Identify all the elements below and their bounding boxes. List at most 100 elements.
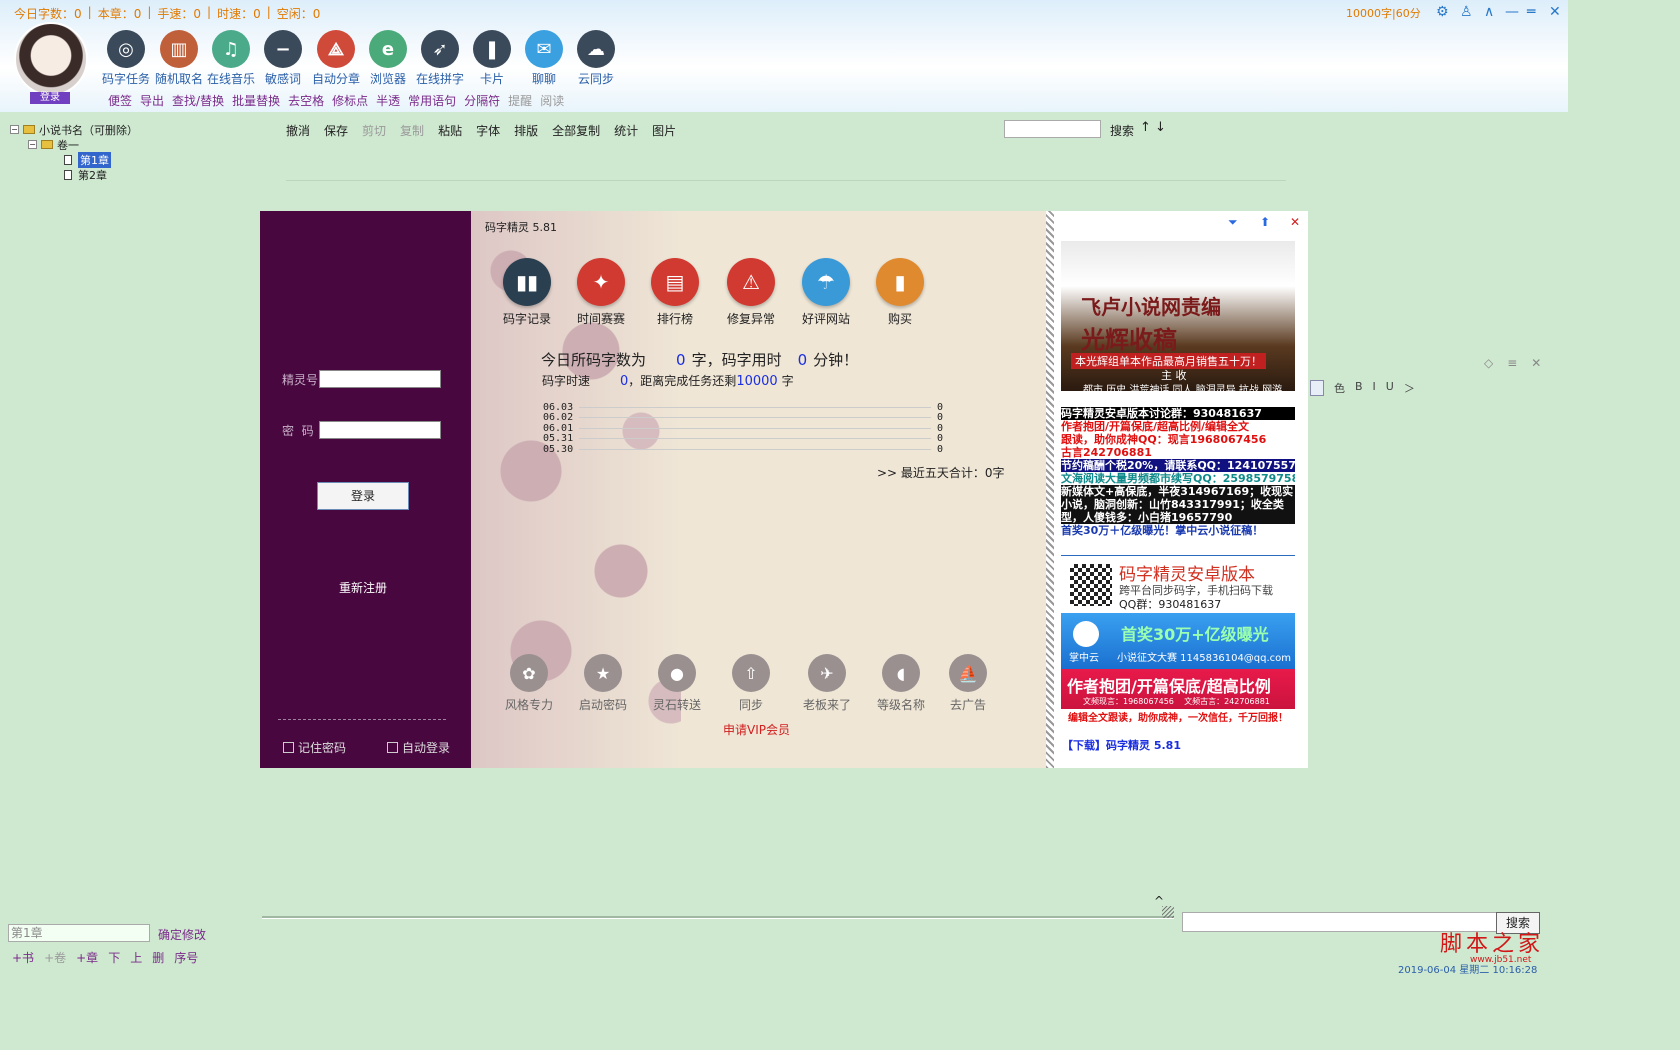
down-icon[interactable]: ⏷ bbox=[1228, 215, 1238, 230]
gray-feature-button[interactable]: ✈ 老板来了 bbox=[795, 654, 859, 713]
gray-feature-button[interactable]: ⛵ 去广告 bbox=[936, 654, 1000, 713]
sub-link[interactable]: 去空格 bbox=[288, 92, 324, 109]
toolbar-item[interactable]: 图片 bbox=[652, 122, 676, 139]
login-button[interactable]: 登录 bbox=[317, 482, 409, 510]
toolbar-item[interactable]: 保存 bbox=[324, 122, 348, 139]
ad-android[interactable]: 码字精灵安卓版本 跨平台同步码字，手机扫码下载 QQ群：930481637 bbox=[1061, 555, 1295, 611]
tree-chapter[interactable]: 第2章 bbox=[10, 167, 138, 182]
format-tool[interactable]: I bbox=[1373, 380, 1376, 396]
collapse-icon[interactable]: ∧ bbox=[1484, 4, 1494, 20]
ad-text-line[interactable]: 新媒体文+高保底，半夜314967169；收现实 bbox=[1061, 485, 1295, 498]
feature-button[interactable]: ▮▮ 码字记录 bbox=[495, 258, 559, 327]
feature-button[interactable]: ▮ 购买 bbox=[868, 258, 932, 327]
ad-text-line[interactable]: 小说，脑洞创新：山竹843317991；收全类 bbox=[1061, 498, 1295, 511]
sub-link[interactable]: 导出 bbox=[140, 92, 164, 109]
ad-text-line[interactable]: 码字精灵安卓版本讨论群：930481637 bbox=[1061, 407, 1295, 420]
toolbar-item[interactable]: 复制 bbox=[400, 122, 424, 139]
avatar[interactable] bbox=[14, 22, 88, 96]
toolbar-item[interactable]: 排版 bbox=[514, 122, 538, 139]
feature-button[interactable]: ⚠ 修复异常 bbox=[719, 258, 783, 327]
tool-cloud[interactable]: ☁ 云同步 bbox=[570, 30, 622, 87]
search-arrows[interactable]: ↑ ↓ bbox=[1140, 120, 1166, 135]
ad-text-line[interactable]: 首奖30万＋亿级曝光！掌中云小说征稿！ bbox=[1061, 524, 1295, 537]
goal-text[interactable]: 10000字|60分 bbox=[1346, 5, 1421, 21]
format-tool[interactable]: B bbox=[1355, 380, 1363, 396]
close-icon[interactable]: ✕ bbox=[1549, 4, 1561, 20]
format-tool[interactable]: 色 bbox=[1334, 380, 1345, 396]
tool-compass[interactable]: ⟁ 自动分章 bbox=[310, 30, 362, 87]
tree-book[interactable]: − 小说书名（可删除） bbox=[10, 122, 138, 137]
tree-chapter[interactable]: 第1章 bbox=[10, 151, 138, 168]
toolbar-item[interactable]: 剪切 bbox=[362, 122, 386, 139]
vip-link[interactable]: 申请VIP会员 bbox=[723, 721, 790, 738]
tool-bookmark[interactable]: ❚ 卡片 bbox=[466, 30, 518, 87]
font-dropdown[interactable] bbox=[1310, 380, 1324, 396]
toolbar-item[interactable]: 撤消 bbox=[286, 122, 310, 139]
sub-link[interactable]: 批量替换 bbox=[232, 92, 280, 109]
minimize-icon[interactable]: — bbox=[1505, 4, 1519, 20]
remember-checkbox[interactable]: 记住密码 bbox=[283, 739, 346, 756]
gray-feature-button[interactable]: ● 灵石转送 bbox=[645, 654, 709, 713]
bottom-nav-item[interactable]: +卷 bbox=[44, 949, 66, 966]
sub-link[interactable]: 半透 bbox=[376, 92, 400, 109]
format-tool[interactable]: U bbox=[1386, 380, 1394, 396]
toolbar-item[interactable]: 粘贴 bbox=[438, 122, 462, 139]
gray-feature-button[interactable]: ★ 启动密码 bbox=[571, 654, 635, 713]
maximize-icon[interactable]: ═ bbox=[1527, 4, 1535, 20]
bottom-nav-item[interactable]: 序号 bbox=[174, 949, 198, 966]
sub-link[interactable]: 查找/替换 bbox=[172, 92, 224, 109]
pin-icon[interactable]: ⬆ bbox=[1260, 215, 1270, 229]
ad-text-line[interactable]: 型，人傻钱多：小白猪19657790 bbox=[1061, 511, 1295, 524]
tool-chat[interactable]: ✉ 聊聊 bbox=[518, 30, 570, 87]
ad-banner-feilu[interactable]: 飞卢小说网责编 光辉收稿 本光辉组单本作品最高月销售五十万！ 主 收 都市 历史 … bbox=[1061, 241, 1295, 414]
gray-feature-button[interactable]: ✿ 风格专力 bbox=[497, 654, 561, 713]
sub-link[interactable]: 分隔符 bbox=[464, 92, 500, 109]
toolbar-item[interactable]: 全部复制 bbox=[552, 122, 600, 139]
toolbar-item[interactable]: 统计 bbox=[614, 122, 638, 139]
login-tag[interactable]: 登录 bbox=[30, 92, 70, 104]
toolbar-item[interactable]: 字体 bbox=[476, 122, 500, 139]
tool-book[interactable]: ▥ 随机取名 bbox=[153, 30, 205, 87]
auto-login-checkbox[interactable]: 自动登录 bbox=[387, 739, 450, 756]
close-icon[interactable]: ✕ bbox=[1531, 356, 1541, 370]
ad-author-group[interactable]: 作者抱团/开篇保底/超高比例 文频现言：1968067456 文频古言：2427… bbox=[1061, 669, 1295, 724]
bottom-nav-item[interactable]: 下 bbox=[108, 949, 120, 966]
tool-music[interactable]: ♫ 在线音乐 bbox=[205, 30, 257, 87]
sub-link[interactable]: 提醒 bbox=[508, 92, 532, 109]
resize-grip-icon[interactable] bbox=[1162, 906, 1174, 918]
bottom-nav-item[interactable]: 删 bbox=[152, 949, 164, 966]
tool-ie[interactable]: e 浏览器 bbox=[362, 30, 414, 87]
feature-button[interactable]: ▤ 排行榜 bbox=[643, 258, 707, 327]
feature-button[interactable]: ☂ 好评网站 bbox=[794, 258, 858, 327]
menu-icon[interactable]: ≡ bbox=[1507, 356, 1517, 370]
ad-text-line[interactable]: 跟读，助你成神QQ：现言1968067456 bbox=[1061, 433, 1295, 446]
ad-text-line[interactable]: 古言242706881 bbox=[1061, 446, 1295, 459]
chapter-name-input[interactable]: 第1章 bbox=[8, 924, 150, 942]
tree-volume[interactable]: − 卷一 bbox=[10, 137, 138, 152]
tool-gauge[interactable]: ◎ 码字任务 bbox=[100, 30, 152, 87]
tool-stop[interactable]: − 敏感词 bbox=[257, 30, 309, 87]
ad-zhangzhongyun[interactable]: 掌中云 首奖30万+亿级曝光 小说征文大赛 1145836104@qq.com bbox=[1061, 613, 1295, 669]
close-icon[interactable]: ✕ bbox=[1290, 215, 1300, 229]
register-link[interactable]: 重新注册 bbox=[339, 579, 387, 596]
ad-text-line[interactable]: 作者抱团/开篇保底/超高比例/编辑全文 bbox=[1061, 420, 1295, 433]
ad-text-line[interactable]: 文海阅读大量男频都市续写QQ：2598579758 bbox=[1061, 472, 1295, 485]
bottom-nav-item[interactable]: 上 bbox=[130, 949, 142, 966]
ad-text-line[interactable]: 节约稿酬个税20%，请联系QQ：1241075575 bbox=[1061, 459, 1295, 472]
gray-feature-button[interactable]: ⇧ 同步 bbox=[719, 654, 783, 713]
feature-button[interactable]: ✦ 时间赛赛 bbox=[569, 258, 633, 327]
sub-link[interactable]: 常用语句 bbox=[408, 92, 456, 109]
sub-link[interactable]: 阅读 bbox=[540, 92, 564, 109]
shirt-icon[interactable]: ♙ bbox=[1460, 4, 1473, 20]
sub-link[interactable]: 便签 bbox=[108, 92, 132, 109]
id-input[interactable] bbox=[319, 370, 441, 388]
format-tool[interactable]: ＞ bbox=[1404, 380, 1415, 396]
bottom-nav-item[interactable]: +书 bbox=[12, 949, 34, 966]
sub-link[interactable]: 修标点 bbox=[332, 92, 368, 109]
splitter[interactable] bbox=[262, 916, 1174, 919]
gray-feature-button[interactable]: ◖ 等级名称 bbox=[869, 654, 933, 713]
confirm-edit-button[interactable]: 确定修改 bbox=[158, 926, 206, 943]
password-input[interactable] bbox=[319, 421, 441, 439]
download-link[interactable]: 【下载】码字精灵 5.81 bbox=[1062, 737, 1181, 753]
gear-icon[interactable]: ⚙ bbox=[1436, 4, 1449, 20]
